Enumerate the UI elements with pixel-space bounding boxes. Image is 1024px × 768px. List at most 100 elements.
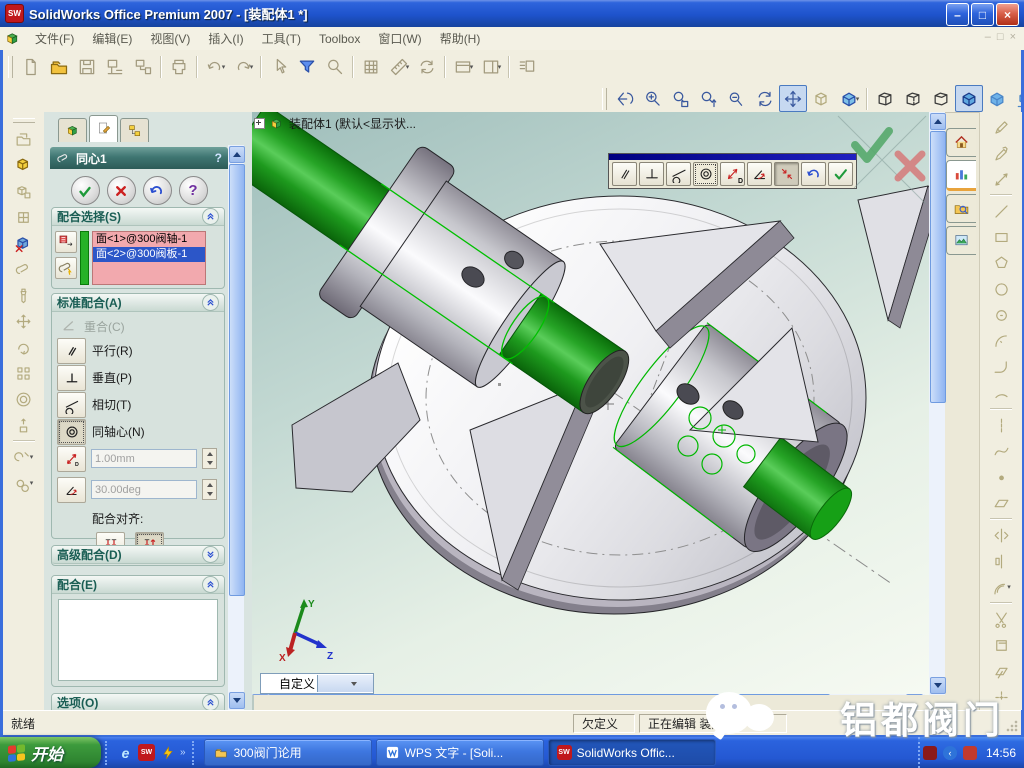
mdi-minimize-button[interactable]: – [985, 31, 991, 43]
scroll-right-button[interactable] [906, 694, 923, 695]
options-header[interactable]: 选项(O) [52, 694, 224, 710]
new-document-icon[interactable] [17, 53, 45, 80]
shaded-with-edges-icon[interactable] [955, 85, 983, 112]
scrollbar-thumb[interactable] [268, 694, 830, 695]
selection-filter-icon[interactable] [293, 53, 321, 80]
tab-featuremanager[interactable] [58, 118, 87, 142]
move-component-icon[interactable] [10, 308, 38, 334]
cancel-button[interactable] [107, 176, 136, 205]
scroll-down-button[interactable] [930, 677, 946, 694]
confirm-cancel-icon[interactable] [892, 148, 928, 184]
undo-icon[interactable]: ▾ [201, 53, 229, 80]
rotate-component-icon[interactable] [10, 334, 38, 360]
collapse-chevron-icon[interactable] [202, 694, 219, 710]
make-drawing-from-part-icon[interactable] [101, 53, 129, 80]
assembly-features-icon[interactable]: ▾ [10, 444, 38, 470]
concentric-icon[interactable] [57, 419, 86, 445]
scroll-up-button[interactable] [930, 113, 946, 130]
tab-view-palette[interactable] [946, 226, 976, 255]
mate-parallel[interactable]: 平行(R) [57, 338, 224, 363]
tree-expander[interactable] [254, 118, 265, 129]
standard-mates-header[interactable]: 标准配合(A) [52, 294, 224, 312]
mate-selection-list[interactable]: 面<1>@300阀轴-1 面<2>@300阀板-1 [92, 231, 206, 285]
angle-input[interactable] [91, 480, 197, 499]
solidworks-quicklaunch-icon[interactable]: SW [138, 744, 155, 761]
mates-list[interactable] [58, 599, 218, 681]
previous-view-icon[interactable] [611, 85, 639, 112]
internet-explorer-icon[interactable]: e [117, 744, 134, 761]
resize-grip[interactable] [1005, 719, 1019, 733]
offset-entities-icon[interactable]: ▾ [987, 574, 1015, 600]
pan-icon[interactable] [779, 85, 807, 112]
sketch-grid-icon[interactable] [357, 53, 385, 80]
scroll-up-button[interactable] [229, 146, 245, 163]
toolbar-grip[interactable] [602, 88, 607, 110]
toolbar-grip[interactable] [13, 118, 35, 123]
trim-entities-icon[interactable] [987, 606, 1015, 632]
panel-scrollbar[interactable] [228, 145, 244, 710]
angle-mate-icon[interactable] [747, 162, 772, 186]
selection-item[interactable]: 面<1>@300阀轴-1 [93, 232, 205, 247]
new-assembly-icon[interactable] [10, 178, 38, 204]
distance-mate-icon[interactable]: D [720, 162, 745, 186]
plane-icon[interactable] [987, 490, 1015, 516]
flyout-feature-tree[interactable]: 装配体1 (默认<显示状... [254, 115, 416, 132]
collapse-chevron-icon[interactable] [202, 576, 219, 593]
scroll-down-button[interactable] [229, 692, 245, 709]
scrollbar-thumb[interactable] [229, 164, 245, 596]
zoom-to-fit-icon[interactable] [639, 85, 667, 112]
menu-edit[interactable]: 编辑(E) [83, 27, 141, 50]
menu-help[interactable]: 帮助(H) [431, 27, 490, 50]
tangent-arc-icon[interactable] [987, 354, 1015, 380]
menu-view[interactable]: 视图(V) [141, 27, 199, 50]
distance-icon[interactable]: D [57, 446, 86, 472]
mirror-entities-icon[interactable] [987, 522, 1015, 548]
tray-app-icon[interactable] [923, 746, 937, 760]
mates-header[interactable]: 配合(E) [52, 576, 224, 594]
parallel-icon[interactable] [57, 338, 86, 364]
tab-design-library[interactable] [946, 160, 976, 191]
rebuild-icon[interactable] [413, 53, 441, 80]
flash-tool-icon[interactable] [159, 744, 176, 761]
collapse-chevron-icon[interactable] [202, 294, 219, 311]
zoom-to-area-icon[interactable] [667, 85, 695, 112]
menu-file[interactable]: 文件(F) [26, 27, 83, 50]
measure-tool-icon[interactable]: ▾ [385, 53, 413, 80]
centerpoint-arc-icon[interactable] [987, 328, 1015, 354]
close-button[interactable]: × [996, 3, 1019, 26]
zoom-in-out-icon[interactable] [695, 85, 723, 112]
point-icon[interactable] [987, 464, 1015, 490]
expand-chevron-icon[interactable] [202, 546, 219, 563]
linear-component-pattern-icon[interactable] [10, 360, 38, 386]
circle-icon[interactable] [987, 276, 1015, 302]
selection-filter-toggle-icon[interactable] [55, 231, 77, 253]
perpendicular-mate-icon[interactable] [639, 162, 664, 186]
mate-perpendicular[interactable]: 垂直(P) [57, 365, 224, 390]
insert-components-icon[interactable] [10, 126, 38, 152]
quick-launch-more-icon[interactable]: » [180, 747, 186, 758]
make-assembly-from-part-icon[interactable] [129, 53, 157, 80]
view-orientation-combo[interactable]: 自定义 [260, 673, 374, 694]
combo-dropdown-icon[interactable] [317, 675, 374, 692]
perimeter-circle-icon[interactable] [987, 302, 1015, 328]
mate-concentric[interactable]: 同轴心(N) [57, 419, 224, 444]
menu-toolbox[interactable]: Toolbox [310, 29, 369, 49]
view-orientation-icon[interactable]: ▾ [835, 85, 863, 112]
polygon-icon[interactable] [987, 250, 1015, 276]
save-document-icon[interactable] [73, 53, 101, 80]
tree-item-label[interactable]: 装配体1 (默认<显示状... [289, 115, 416, 132]
stiffener-rib[interactable] [858, 186, 929, 328]
scrollbar-thumb[interactable] [930, 131, 946, 403]
new-part-icon[interactable] [10, 152, 38, 178]
horizontal-scrollbar[interactable] [252, 694, 925, 695]
zoom-to-selection-icon[interactable] [723, 85, 751, 112]
open-document-icon[interactable] [45, 53, 73, 80]
ok-button[interactable] [71, 176, 100, 205]
taskbar-button-solidworks[interactable]: SW SolidWorks Offic... [548, 739, 716, 766]
menu-insert[interactable]: 插入(I) [199, 27, 252, 50]
solidworks-office-icon[interactable]: ▾ [449, 53, 477, 80]
hidden-lines-removed-icon[interactable] [927, 85, 955, 112]
menu-window[interactable]: 窗口(W) [369, 27, 430, 50]
spline-icon[interactable] [987, 438, 1015, 464]
hide-show-components-icon[interactable] [10, 230, 38, 256]
